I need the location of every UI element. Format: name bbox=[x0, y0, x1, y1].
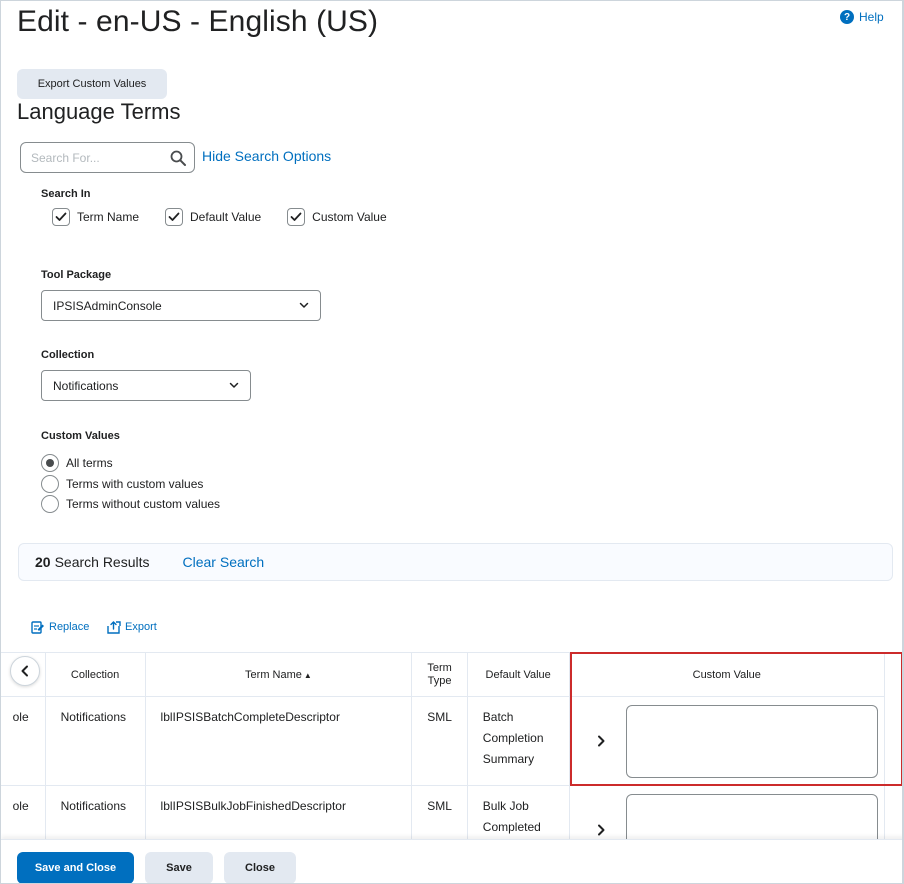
term-type-header-label: Term Type bbox=[427, 661, 452, 687]
collection-label: Collection bbox=[41, 349, 95, 361]
column-header-collection: Collection bbox=[44, 652, 146, 697]
radio-button[interactable] bbox=[41, 454, 59, 473]
radio-without-custom[interactable]: Terms without custom values bbox=[41, 494, 220, 515]
search-results-bar: 20 Search Results Clear Search bbox=[18, 543, 893, 581]
checkbox-default-value[interactable]: Default Value bbox=[165, 208, 261, 226]
radio-label: Terms with custom values bbox=[66, 476, 204, 491]
check-icon bbox=[168, 212, 180, 221]
custom-values-radio-group: All terms Terms with custom values Terms… bbox=[41, 453, 220, 515]
help-label: Help bbox=[859, 10, 884, 24]
replace-icon bbox=[31, 621, 44, 634]
export-label: Export bbox=[125, 621, 157, 633]
export-icon bbox=[107, 621, 121, 634]
sort-ascending-icon: ▲ bbox=[303, 670, 312, 680]
checkbox-label: Custom Value bbox=[312, 210, 387, 224]
radio-all-terms[interactable]: All terms bbox=[41, 453, 220, 474]
section-title: Language Terms bbox=[17, 99, 181, 124]
results-count: 20 bbox=[35, 554, 51, 570]
cell-default-value: Batch Completion Summary bbox=[466, 696, 570, 786]
language-terms-table-container: Collection Term Name ▲ Term Type Default … bbox=[1, 652, 902, 842]
cell-collection: Notifications bbox=[44, 696, 146, 786]
clear-search-link[interactable]: Clear Search bbox=[183, 554, 265, 570]
checkbox-label: Default Value bbox=[190, 210, 262, 224]
column-header-default-value: Default Value bbox=[466, 652, 570, 697]
cell-term-name: lblIPSISBulkJobFinishedDescriptor bbox=[144, 785, 413, 842]
close-button[interactable]: Close bbox=[224, 852, 296, 883]
cell-default-value: Bulk Job Completed bbox=[466, 785, 570, 842]
search-icon[interactable] bbox=[170, 150, 186, 166]
tool-package-label: Tool Package bbox=[41, 269, 112, 281]
custom-values-label: Custom Values bbox=[41, 430, 120, 442]
search-input[interactable] bbox=[31, 150, 161, 165]
search-in-options: Term Name Default Value Custom Value bbox=[52, 208, 413, 226]
checkbox-box[interactable] bbox=[287, 208, 306, 226]
help-icon: ? bbox=[840, 10, 854, 24]
help-link[interactable]: ? Help bbox=[840, 10, 884, 24]
check-icon bbox=[290, 212, 302, 221]
checkbox-custom-value[interactable]: Custom Value bbox=[287, 208, 387, 226]
scroll-table-left-button[interactable] bbox=[10, 656, 40, 686]
footer-action-bar: Save and Close Save Close bbox=[1, 839, 902, 883]
save-and-close-button[interactable]: Save and Close bbox=[17, 852, 134, 883]
check-icon bbox=[55, 212, 67, 221]
export-button[interactable]: Export bbox=[107, 620, 157, 634]
column-header-custom-value: Custom Value bbox=[568, 652, 886, 697]
collection-select[interactable]: Notifications bbox=[41, 370, 251, 401]
language-terms-table: Collection Term Name ▲ Term Type Default … bbox=[1, 652, 886, 842]
checkbox-box[interactable] bbox=[165, 208, 184, 226]
checkbox-box[interactable] bbox=[52, 208, 70, 226]
replace-button[interactable]: Replace bbox=[31, 620, 89, 634]
replace-label: Replace bbox=[49, 621, 90, 633]
tool-package-value: IPSISAdminConsole bbox=[53, 298, 162, 313]
cell-tool-package: ole bbox=[1, 696, 46, 786]
cell-term-type: SML bbox=[411, 696, 468, 786]
hide-search-options-link[interactable]: Hide Search Options bbox=[202, 148, 331, 164]
radio-label: All terms bbox=[66, 456, 113, 471]
cell-term-name: lblIPSISBatchCompleteDescriptor bbox=[144, 696, 413, 786]
cell-custom-value bbox=[568, 696, 886, 786]
chevron-right-icon[interactable] bbox=[596, 823, 606, 837]
custom-value-input[interactable] bbox=[625, 705, 878, 778]
checkbox-term-name[interactable]: Term Name bbox=[52, 208, 139, 226]
export-custom-values-button[interactable]: Export Custom Values bbox=[17, 69, 167, 99]
page-title: Edit - en-US - English (US) bbox=[17, 5, 379, 38]
collection-value: Notifications bbox=[53, 378, 119, 393]
radio-with-custom[interactable]: Terms with custom values bbox=[41, 474, 220, 495]
cell-term-type: SML bbox=[411, 785, 468, 842]
search-in-label: Search In bbox=[41, 188, 91, 200]
chevron-right-icon[interactable] bbox=[596, 734, 606, 748]
cell-custom-value bbox=[568, 785, 886, 842]
save-button[interactable]: Save bbox=[145, 852, 213, 883]
radio-label: Terms without custom values bbox=[66, 497, 221, 512]
chevron-left-icon bbox=[21, 665, 28, 677]
cell-collection: Notifications bbox=[44, 785, 146, 842]
search-box bbox=[20, 142, 195, 173]
table-row: ole Notifications lblIPSISBatchCompleteD… bbox=[1, 696, 886, 786]
table-header-row: Collection Term Name ▲ Term Type Default … bbox=[1, 652, 886, 697]
edit-language-page: Edit - en-US - English (US) ? Help Expor… bbox=[0, 0, 904, 884]
cell-tool-package: ole bbox=[1, 785, 46, 842]
results-text: Search Results bbox=[54, 554, 150, 570]
tool-package-select[interactable]: IPSISAdminConsole bbox=[41, 290, 321, 321]
checkbox-label: Term Name bbox=[77, 210, 140, 224]
radio-button[interactable] bbox=[41, 474, 59, 493]
table-row: ole Notifications lblIPSISBulkJobFinishe… bbox=[1, 785, 886, 842]
custom-value-input[interactable] bbox=[625, 794, 878, 842]
radio-button[interactable] bbox=[41, 495, 59, 514]
column-header-term-type: Term Type bbox=[411, 652, 468, 697]
chevron-down-icon bbox=[299, 302, 309, 308]
term-name-header-label: Term Name bbox=[245, 668, 302, 681]
chevron-down-icon bbox=[229, 382, 239, 388]
column-header-term-name[interactable]: Term Name ▲ bbox=[144, 652, 413, 697]
